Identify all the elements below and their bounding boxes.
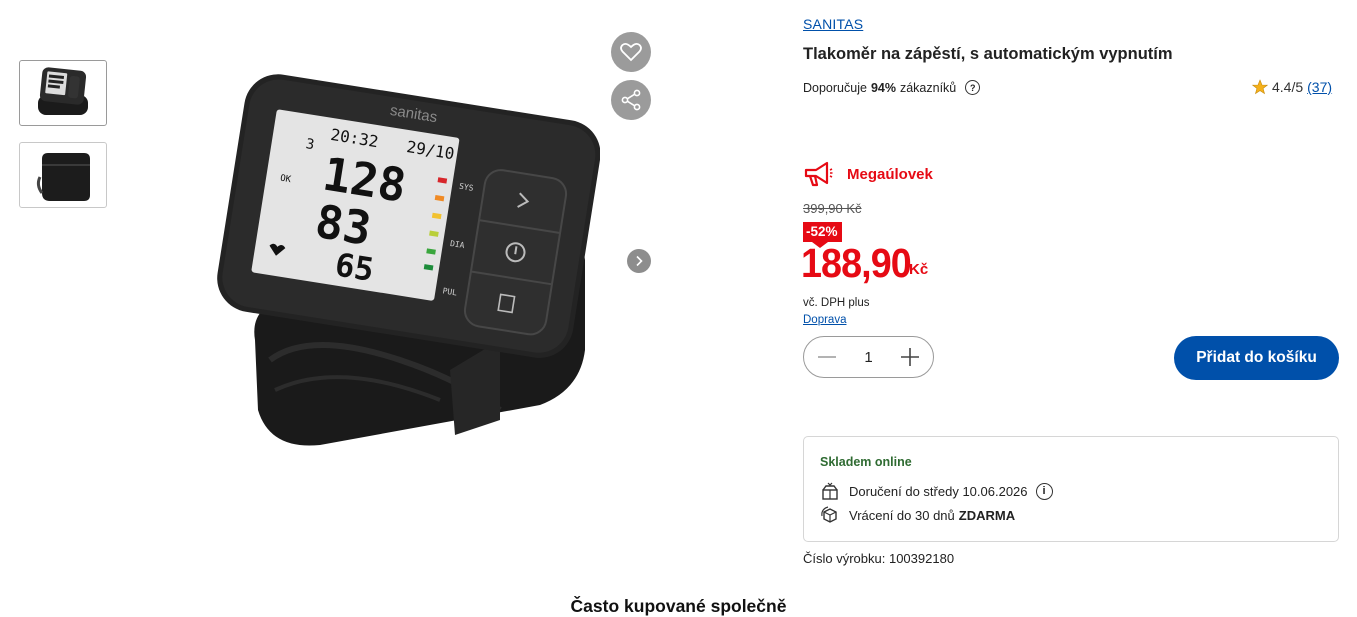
vat-note: vč. DPH plus <box>803 297 870 309</box>
return-box-icon <box>821 506 837 523</box>
recommendation: Doporučuje 94% zákazníků ? <box>803 80 981 95</box>
star-icon <box>1252 79 1268 95</box>
thumbnail-case[interactable] <box>19 142 107 208</box>
discount-badge: -52% <box>803 222 842 242</box>
recommend-percent: 94% <box>870 80 896 95</box>
price-currency: Kč <box>909 261 929 278</box>
device-ok-text: OK <box>279 174 292 186</box>
frequently-bought-together-heading: Často kupované společně <box>570 596 787 616</box>
quantity-stepper: 1 <box>803 336 934 378</box>
returns-row: Vrácení do 30 dnů ZDARMA <box>820 505 1015 525</box>
chevron-right-icon <box>636 255 643 267</box>
current-price: 188,90 <box>801 240 912 286</box>
plus-icon[interactable] <box>899 346 921 368</box>
heart-icon <box>620 42 642 62</box>
next-image-button[interactable] <box>627 249 651 273</box>
add-to-cart-button[interactable]: Přidat do košíku <box>1174 336 1339 380</box>
wishlist-button[interactable] <box>611 32 651 72</box>
share-icon <box>621 89 641 111</box>
monitor-case-thumbnail-icon <box>36 153 90 201</box>
old-price: 399,90 Kč <box>803 201 862 216</box>
thumbnail-front[interactable] <box>19 60 107 126</box>
brand-link[interactable]: SANITAS <box>803 16 863 32</box>
availability-box: Skladem online Doručení do středy 10.06.… <box>803 436 1339 542</box>
share-button[interactable] <box>611 80 651 120</box>
delivery-box-icon <box>822 482 838 500</box>
question-icon[interactable]: ? <box>965 80 981 95</box>
product-rating[interactable]: 4.4/5 (37) <box>1252 79 1332 95</box>
recommend-prefix: Doporučuje <box>803 80 867 95</box>
product-main-image: sanitas 20:32 29/10 3 128 83 65 OK SYS D… <box>200 60 601 460</box>
megaphone-icon <box>804 161 833 187</box>
minus-icon[interactable] <box>816 346 838 368</box>
quantity-value[interactable]: 1 <box>864 349 872 366</box>
megaulovek-label: Megaúlovek <box>847 165 933 183</box>
blood-pressure-monitor-thumbnail-icon <box>38 67 88 115</box>
returns-free-label: ZDARMA <box>958 507 1016 523</box>
device-pulse-text: 65 <box>332 245 376 289</box>
delivery-text: Doručení do středy 10.06.2026 <box>849 483 1028 499</box>
delivery-row: Doručení do středy 10.06.2026 i <box>820 481 1053 501</box>
stock-status: Skladem online <box>820 455 912 469</box>
megaulovek-badge: Megaúlovek <box>803 160 933 188</box>
recommend-suffix: zákazníků <box>899 80 957 95</box>
rating-count-link[interactable]: (37) <box>1307 79 1332 95</box>
product-number: Číslo výrobku: 100392180 <box>803 551 955 566</box>
shipping-link[interactable]: Doprava <box>803 314 846 326</box>
info-icon[interactable]: i <box>1035 482 1053 500</box>
rating-value: 4.4/5 <box>1272 79 1304 95</box>
sanitas-wrist-monitor-illustration: sanitas 20:32 29/10 3 128 83 65 OK SYS D… <box>217 74 601 446</box>
returns-text: Vrácení do 30 dnů <box>849 507 955 523</box>
product-title: Tlakoměr na zápěstí, s automatickým vypn… <box>803 45 1173 63</box>
